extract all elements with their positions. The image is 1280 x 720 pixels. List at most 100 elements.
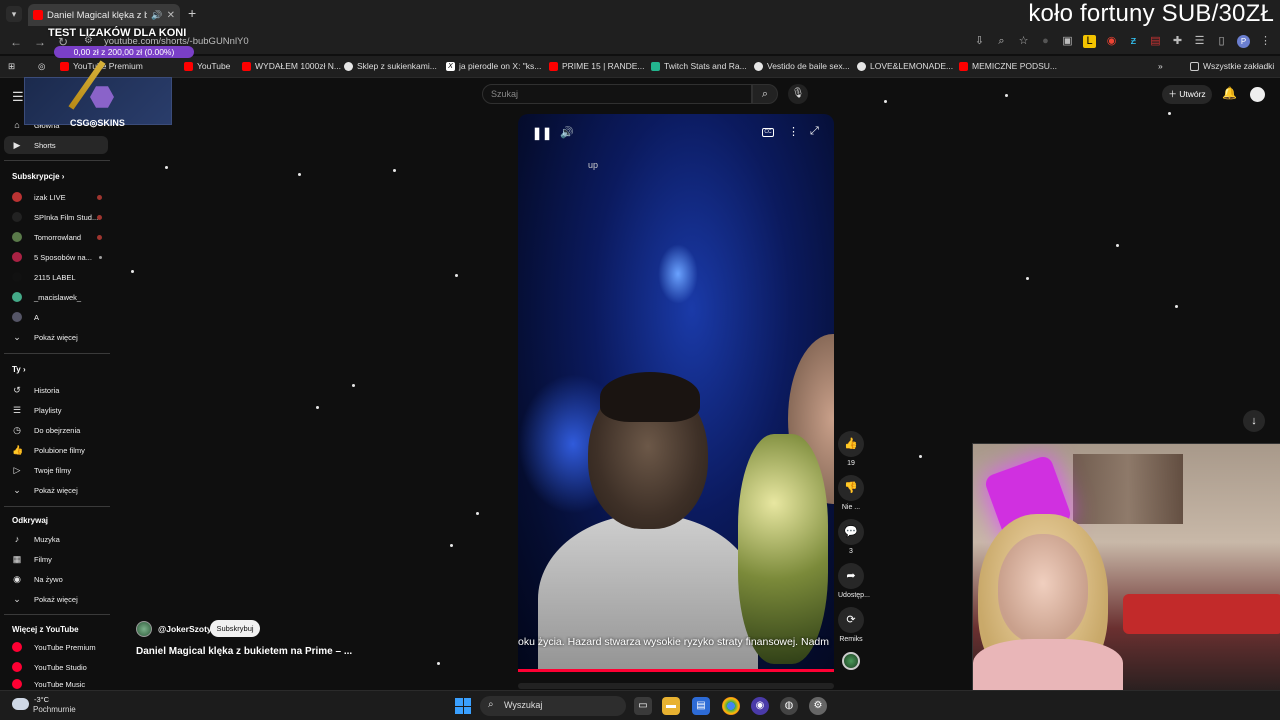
subscribe-button[interactable]: Subskrybuj [210, 620, 260, 637]
subscription-item[interactable]: A [4, 308, 108, 326]
reading-list-icon[interactable]: ☰ [1193, 35, 1206, 48]
bookmark-love-lemonade[interactable]: LOVE&LEMONADE... [857, 61, 953, 71]
obs-icon[interactable]: ◉ [751, 697, 769, 715]
cloud-icon[interactable] [12, 698, 29, 710]
video-frame-person-shirt [538, 514, 758, 672]
store-icon[interactable]: ▤ [692, 697, 710, 715]
sidebar-item-movies[interactable]: ▦ Filmy [4, 550, 108, 568]
stream-goal-overlay: TEST LIZAKÓW DLA KONI 0,00 zł z 200,00 z… [24, 27, 194, 128]
sidebar-item-youtube-studio[interactable]: YouTube Studio [4, 658, 108, 676]
next-video-arrow-icon[interactable]: ↓ [1243, 410, 1265, 432]
sound-source-thumbnail[interactable] [838, 652, 864, 673]
settings-gear-icon[interactable]: ⚙ [809, 697, 827, 715]
show-more-explore[interactable]: ⌄ Pokaż więcej [4, 590, 108, 608]
bookmark-star-icon[interactable]: ☆ [1017, 35, 1030, 48]
weather-description[interactable]: Pochmurnie [33, 705, 76, 714]
back-icon[interactable]: ← [10, 35, 22, 49]
video-progress-bar[interactable] [518, 669, 834, 672]
chrome-icon[interactable] [722, 697, 740, 715]
bookmark-prime15[interactable]: PRIME 15 | RANDE... [549, 61, 645, 71]
pause-icon[interactable]: ❚❚ [532, 126, 552, 140]
profile-icon[interactable]: P [1237, 35, 1250, 48]
audio-icon[interactable]: 🔊 [151, 10, 162, 21]
extension-icon[interactable]: ƶ [1127, 35, 1140, 48]
fullscreen-icon[interactable]: ⤢ [810, 125, 819, 138]
bookmark-memiczne[interactable]: MEMICZNE PODSU... [959, 61, 1057, 71]
task-view-icon[interactable]: ▭ [634, 697, 652, 715]
channel-avatar[interactable] [136, 621, 152, 637]
search-icon[interactable]: ⌕ [752, 84, 778, 104]
subscription-item[interactable]: 2115 LABEL [4, 268, 108, 286]
discord-icon[interactable]: ◍ [780, 697, 798, 715]
bookmark-twitch-stats[interactable]: Twitch Stats and Ra... [651, 61, 747, 71]
volume-icon[interactable]: 🔊 [560, 126, 574, 139]
sidebar-item-live[interactable]: ◉ Na żywo [4, 570, 108, 588]
captions-icon[interactable]: CC [762, 128, 774, 137]
show-more-subscriptions[interactable]: ⌄ Pokaż więcej [4, 328, 108, 346]
all-bookmarks[interactable]: Wszystkie zakładki [1190, 61, 1274, 71]
search-input[interactable]: Szukaj [482, 84, 752, 104]
bookmark-sklep[interactable]: Sklep z sukienkami... [344, 61, 437, 71]
guide-menu-icon[interactable]: ☰ [12, 89, 24, 105]
bookmark-youtube[interactable]: YouTube [184, 61, 230, 71]
sidebar-item-playlists[interactable]: ☰ Playlisty [4, 401, 108, 419]
sidebar-item-liked[interactable]: 👍 Polubione filmy [4, 441, 108, 459]
browser-menu-icon[interactable]: ⋮ [1259, 35, 1272, 48]
bookmark-x-post[interactable]: Xja pierodle on X: "ks... [446, 61, 541, 71]
tab-search-button[interactable]: ▾ [6, 6, 22, 22]
star-particle [1005, 94, 1008, 97]
subscription-item[interactable]: SPInka Film Stud... [4, 208, 108, 226]
shorts-video-player[interactable]: ❚❚ 🔊 CC ⋮ ⤢ up oku życia. Hazard stwarza… [518, 114, 834, 672]
extensions-puzzle-icon[interactable]: ✚ [1171, 35, 1184, 48]
extension-icon[interactable]: L [1083, 35, 1096, 48]
taskbar-search[interactable]: ⌕ Wyszukaj [480, 696, 626, 716]
weather-temperature[interactable]: -3°C [34, 695, 49, 704]
extension-icon[interactable]: ◉ [1105, 35, 1118, 48]
comments-button[interactable]: 💬 3 [838, 519, 864, 555]
new-tab-button[interactable]: + [188, 5, 196, 21]
channel-name[interactable]: @JokerSzoty [158, 624, 212, 634]
share-button[interactable]: ➦ Udostęp... [838, 563, 870, 599]
webcam-red-sofa [1123, 594, 1280, 634]
microphone-icon[interactable]: 🎙 [788, 84, 808, 104]
sidebar-item-watch-later[interactable]: ◷ Do obejrzenia [4, 421, 108, 439]
sidebar-item-your-videos[interactable]: ▷ Twoje filmy [4, 461, 108, 479]
tab-close-icon[interactable]: ✕ [167, 10, 175, 21]
sidebar-item-history[interactable]: ↺ Historia [4, 381, 108, 399]
youtube-favicon-icon [33, 10, 43, 20]
zoom-icon[interactable]: ⌕ [995, 35, 1008, 48]
show-more-you[interactable]: ⌄ Pokaż więcej [4, 481, 108, 499]
subscription-item[interactable]: Tomorrowland [4, 228, 108, 246]
notifications-bell-icon[interactable]: 🔔 [1222, 86, 1237, 100]
browser-tab-active[interactable]: Daniel Magical klęka z buki 🔊 ✕ [28, 4, 180, 26]
tab-title: Daniel Magical klęka z buki [47, 9, 148, 21]
windows-start-icon[interactable] [455, 698, 471, 714]
install-icon[interactable]: ⇩ [973, 35, 986, 48]
extension-icon[interactable]: ● [1039, 35, 1052, 48]
bookmarks-overflow-icon[interactable]: » [1158, 61, 1163, 71]
video-title[interactable]: Daniel Magical klęka z bukietem na Prime… [136, 646, 352, 657]
bookmark-vestido[interactable]: Vestido de baile sex... [754, 61, 850, 71]
subscription-item[interactable]: 5 Sposobów na... [4, 248, 108, 266]
subscription-item[interactable]: izak LIVE [4, 188, 108, 206]
extension-icon[interactable]: ▣ [1061, 35, 1074, 48]
sidebar-item-shorts[interactable]: ▶ Shorts [4, 136, 108, 154]
sidebar-item-youtube-premium[interactable]: YouTube Premium [4, 638, 108, 656]
video-frame-bouquet [738, 434, 828, 664]
remix-button[interactable]: ⟳ Remiks [838, 607, 864, 643]
extension-icon[interactable]: ▤ [1149, 35, 1162, 48]
account-avatar[interactable] [1250, 87, 1265, 102]
subscriptions-header[interactable]: Subskrypcje › [12, 172, 64, 181]
file-explorer-icon[interactable]: ▬ [662, 697, 680, 715]
sidepanel-icon[interactable]: ▯ [1215, 35, 1228, 48]
more-options-icon[interactable]: ⋮ [788, 125, 799, 138]
you-header[interactable]: Ty › [12, 365, 26, 374]
subscription-item[interactable]: _macislawek_ [4, 288, 108, 306]
sidebar-item-music[interactable]: ♪ Muzyka [4, 530, 108, 548]
create-button[interactable]: ＋ Utwórz [1162, 85, 1212, 104]
like-button[interactable]: 👍 19 [838, 431, 864, 467]
apps-grid-icon[interactable]: ⊞ [8, 61, 15, 72]
sidebar-item-youtube-music[interactable]: YouTube Music [4, 678, 108, 690]
bookmark-wydalem[interactable]: WYDAŁEM 1000zł N... [242, 61, 341, 71]
dislike-button[interactable]: 👎 Nie ... [838, 475, 864, 511]
